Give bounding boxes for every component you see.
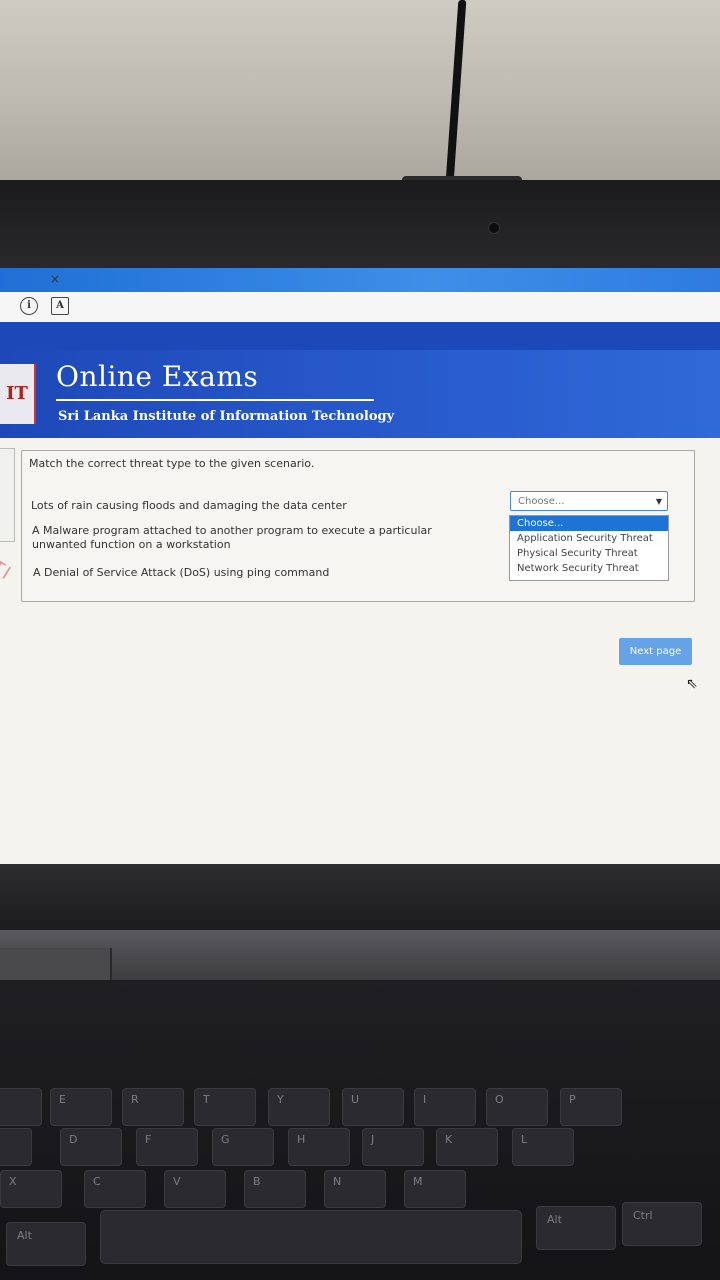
key-alt-right[interactable]: Alt [536,1206,616,1250]
next-page-button[interactable]: Next page [619,638,692,665]
sliit-logo: IT [0,364,36,424]
mouse-cursor-icon: ⇖ [686,676,698,692]
key-n[interactable]: N [324,1170,386,1208]
key-w[interactable]: W [0,1088,42,1126]
webcam [488,222,500,234]
threat-type-select[interactable]: Choose... ▼ [510,491,668,511]
key-space[interactable] [100,1210,522,1264]
question-instruction: Match the correct threat type to the giv… [29,457,315,470]
key-k[interactable]: K [436,1128,498,1166]
side-panel-edge [0,448,15,542]
browser-toolbar: i A [0,292,720,323]
scenario-label-1: Lots of rain causing floods and damaging… [31,499,347,512]
key-p[interactable]: P [560,1088,622,1126]
dropdown-option-choose[interactable]: Choose... [510,516,668,531]
site-title: Online Exams [56,360,259,393]
key-alt-left[interactable]: Alt [6,1222,86,1266]
key-x[interactable]: X [0,1170,62,1208]
key-d[interactable]: D [60,1128,122,1166]
key-l[interactable]: L [512,1128,574,1166]
dropdown-option-physical[interactable]: Physical Security Threat [510,546,668,561]
key-b[interactable]: B [244,1170,306,1208]
key-f[interactable]: F [136,1128,198,1166]
screen-bezel-bottom [0,864,720,934]
key-r[interactable]: R [122,1088,184,1126]
title-divider [56,399,374,401]
dropdown-option-network[interactable]: Network Security Threat [510,561,668,576]
key-u[interactable]: U [342,1088,404,1126]
key-g[interactable]: G [212,1128,274,1166]
key-i[interactable]: I [414,1088,476,1126]
info-icon[interactable]: i [20,297,38,315]
key-c[interactable]: C [84,1170,146,1208]
scenario-label-2: A Malware program attached to another pr… [32,524,432,551]
key-o[interactable]: O [486,1088,548,1126]
site-subtitle: Sri Lanka Institute of Information Techn… [58,409,395,424]
hinge-cap [0,948,112,980]
key-e[interactable]: E [50,1088,112,1126]
close-tab-icon[interactable]: × [48,272,62,286]
select-value: Choose... [518,496,565,507]
key-m[interactable]: M [404,1170,466,1208]
key-j[interactable]: J [362,1128,424,1166]
key-h[interactable]: H [288,1128,350,1166]
top-blue-band [0,322,720,350]
key-ctrl[interactable]: Ctrl [622,1202,702,1246]
scenario-label-3: A Denial of Service Attack (DoS) using p… [33,566,330,579]
key-v[interactable]: V [164,1170,226,1208]
question-box: Match the correct threat type to the giv… [21,450,695,602]
site-header: IT Online Exams Sri Lanka Institute of I… [0,350,720,441]
laptop-screen: × i A IT Online Exams Sri Lanka Institut… [0,268,720,864]
chevron-down-icon: ▼ [655,497,662,506]
threat-type-dropdown: Choose... Application Security Threat Ph… [509,515,669,581]
reader-mode-icon[interactable]: A [51,297,69,315]
exam-content: Match the correct threat type to the giv… [0,438,720,864]
key-s[interactable]: S [0,1128,32,1166]
dropdown-option-application[interactable]: Application Security Threat [510,531,668,546]
background-wall [0,0,720,190]
browser-tab-strip: × [0,268,720,294]
screen-bezel-top [0,180,720,272]
key-t[interactable]: T [194,1088,256,1126]
key-y[interactable]: Y [268,1088,330,1126]
